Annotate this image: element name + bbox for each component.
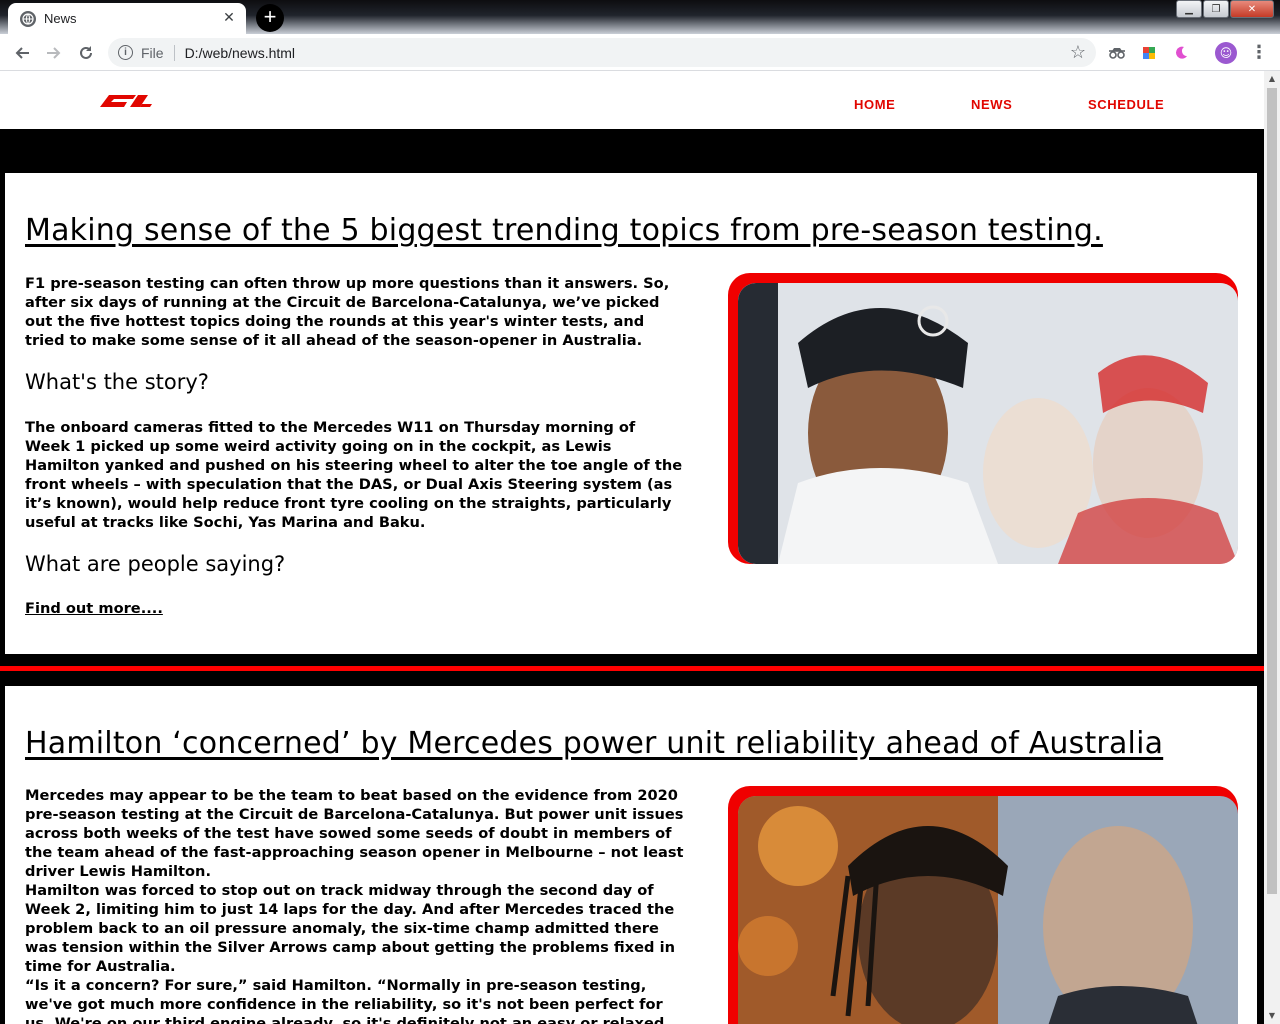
profile-avatar-icon[interactable]: ☺: [1215, 42, 1237, 64]
nav-link-schedule[interactable]: SCHEDULE: [1088, 97, 1164, 112]
globe-icon: [20, 10, 36, 27]
nav-link-news[interactable]: NEWS: [971, 97, 1012, 112]
article-title[interactable]: Hamilton ‘concerned’ by Mercedes power u…: [25, 726, 1163, 761]
tab-title: News: [44, 11, 77, 26]
driver-photo: [738, 796, 1238, 1024]
minimize-icon[interactable]: ▁: [1176, 0, 1202, 18]
menu-kebab-icon[interactable]: ⋮: [1250, 41, 1268, 65]
browser-tab-strip: News ✕ + ▁ ❐ ✕: [0, 0, 1280, 34]
incognito-extension-icon[interactable]: [1107, 43, 1127, 63]
address-bar[interactable]: i File D:/web/news.html ☆: [108, 38, 1096, 67]
forward-arrow-icon[interactable]: [40, 39, 68, 67]
driver-photo: [738, 283, 1238, 564]
reload-icon[interactable]: [72, 39, 100, 67]
scroll-down-arrow-icon[interactable]: ▼: [1264, 1008, 1280, 1024]
article-photo-frame: [728, 273, 1238, 564]
f1-logo-icon[interactable]: [100, 93, 152, 107]
article-paragraph: “Is it a concern? For sure,” said Hamilt…: [25, 977, 665, 1024]
close-tab-icon[interactable]: ✕: [220, 9, 238, 27]
bookmark-star-icon[interactable]: ☆: [1070, 42, 1086, 63]
scroll-thumb[interactable]: [1267, 88, 1277, 894]
info-icon[interactable]: i: [118, 45, 133, 60]
page-viewport: HOME NEWS SCHEDULE Making sense of the 5…: [0, 71, 1264, 1024]
article-card: Hamilton ‘concerned’ by Mercedes power u…: [5, 686, 1257, 1024]
dark-mode-moon-icon[interactable]: [1171, 43, 1191, 63]
new-tab-button[interactable]: +: [256, 4, 284, 32]
article-card: Making sense of the 5 biggest trending t…: [5, 173, 1257, 654]
article-photo-frame: [728, 786, 1238, 1024]
nav-link-home[interactable]: HOME: [854, 97, 895, 112]
article-paragraph: Mercedes may appear to be the team to be…: [25, 787, 684, 880]
article-intro: F1 pre-season testing can often throw up…: [25, 275, 670, 349]
window-controls: ▁ ❐ ✕: [1176, 0, 1274, 18]
page-scrollbar[interactable]: ▲ ▼: [1264, 71, 1280, 1024]
browser-tab[interactable]: News ✕: [8, 3, 246, 34]
article-paragraph: The onboard cameras fitted to the Merced…: [25, 419, 683, 531]
site-header: HOME NEWS SCHEDULE: [0, 71, 1264, 129]
restore-icon[interactable]: ❐: [1203, 0, 1229, 18]
article-title[interactable]: Making sense of the 5 biggest trending t…: [25, 213, 1103, 248]
url-text[interactable]: D:/web/news.html: [185, 45, 295, 61]
browser-toolbar: i File D:/web/news.html ☆: [0, 34, 1280, 71]
colorful-extension-icon[interactable]: [1139, 43, 1159, 63]
url-separator: [173, 44, 175, 61]
article-subheading: What's the story?: [25, 370, 209, 394]
find-out-more-link[interactable]: Find out more....: [25, 600, 163, 617]
url-scheme: File: [141, 44, 164, 61]
article-subheading: What are people saying?: [25, 552, 286, 576]
section-divider: [0, 666, 1264, 671]
back-arrow-icon[interactable]: [8, 39, 36, 67]
article-paragraph: Hamilton was forced to stop out on track…: [25, 882, 675, 975]
scroll-up-arrow-icon[interactable]: ▲: [1264, 71, 1280, 87]
close-window-icon[interactable]: ✕: [1230, 0, 1274, 18]
